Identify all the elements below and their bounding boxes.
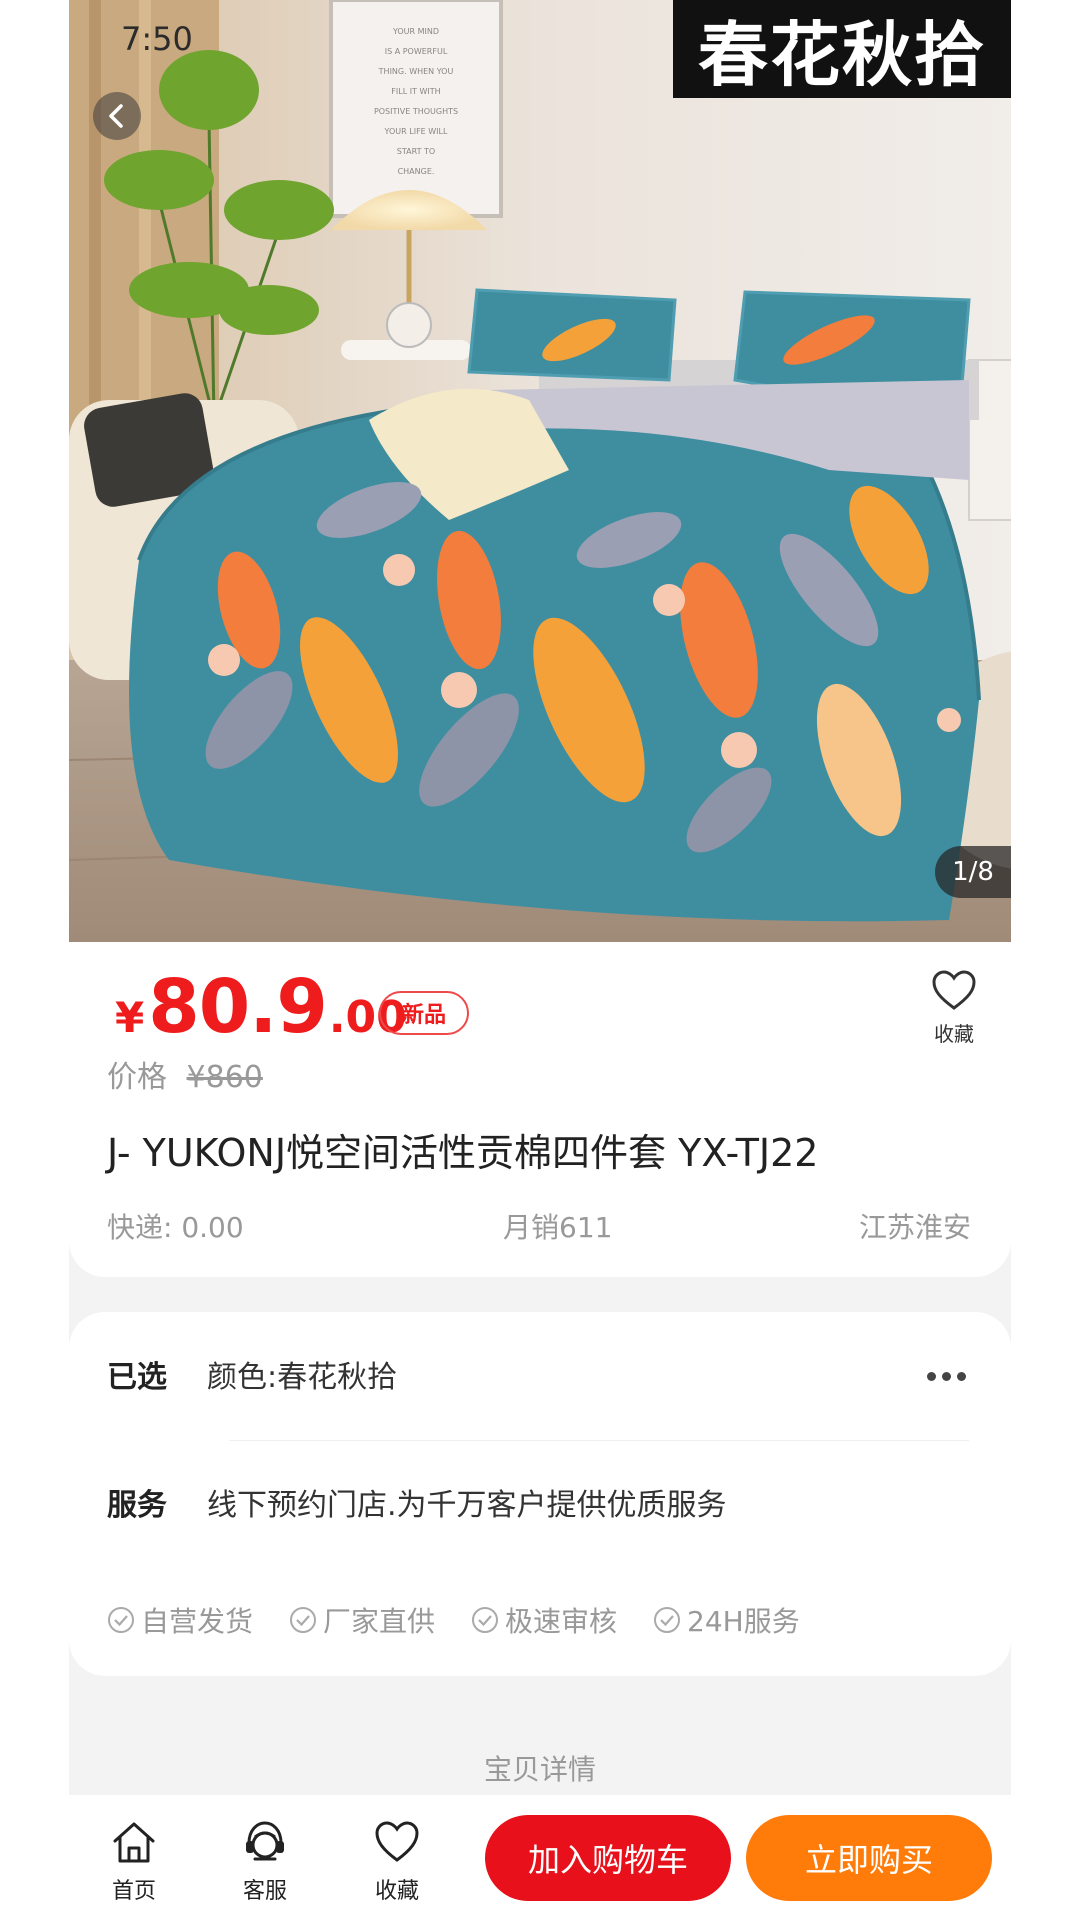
- guarantee-item: 极速审核: [471, 1600, 617, 1640]
- headset-icon: [246, 1821, 284, 1861]
- guarantee-label: 极速审核: [505, 1605, 618, 1638]
- ship-location: 江苏淮安: [858, 1211, 971, 1244]
- back-button[interactable]: [93, 92, 141, 140]
- product-title: J- YUKONJ悦空间活性贡棉四件套 YX-TJ22: [107, 1131, 819, 1175]
- currency-symbol: ¥: [115, 993, 145, 1042]
- product-info-card: ¥ 80.9 .00 新品 收藏 价格 ¥860 J- YUKONJ悦空间活性贡…: [69, 942, 1011, 1277]
- check-circle-icon: [290, 1607, 317, 1633]
- add-to-cart-button[interactable]: 加入购物车: [485, 1815, 731, 1901]
- nav-favorite[interactable]: 收藏: [357, 1819, 437, 1905]
- original-price-value: ¥860: [186, 1060, 263, 1095]
- guarantee-item: 24H服务: [653, 1600, 800, 1640]
- check-circle-icon: [472, 1607, 499, 1633]
- selected-value: 颜色:春花秋拾: [207, 1360, 398, 1395]
- nav-customer-service[interactable]: 客服: [225, 1819, 305, 1905]
- guarantee-item: 自营发货: [107, 1600, 253, 1640]
- service-key: 服务: [107, 1488, 167, 1523]
- favorite-label: 收藏: [934, 1022, 974, 1046]
- original-price-label: 价格: [107, 1060, 167, 1095]
- shipping-fee: 快递: 0.00: [107, 1211, 244, 1244]
- service-row[interactable]: 服务 线下预约门店.为千万客户提供优质服务: [107, 1480, 727, 1524]
- nav-home[interactable]: 首页: [94, 1819, 174, 1905]
- selected-key: 已选: [107, 1360, 167, 1395]
- nav-home-label: 首页: [111, 1879, 156, 1904]
- image-counter: 1/8: [935, 846, 1011, 898]
- nav-customer-service-label: 客服: [242, 1879, 287, 1904]
- svg-text:THING. WHEN YOU: THING. WHEN YOU: [378, 67, 454, 76]
- guarantee-list: 自营发货 厂家直供 极速审核 24H服务: [107, 1600, 836, 1640]
- svg-text:YOUR MIND: YOUR MIND: [392, 27, 439, 36]
- favorite-button[interactable]: 收藏: [919, 970, 989, 1047]
- original-price: 价格 ¥860: [107, 1052, 263, 1096]
- spec-card: 已选 颜色:春花秋拾 服务 线下预约门店.为千万客户提供优质服务 自营发货 厂家…: [69, 1312, 1011, 1676]
- price-main: 80.9: [148, 964, 328, 1050]
- bottom-action-bar: 首页 客服 收藏 加入购物车 立即购买: [69, 1795, 1011, 1920]
- guarantee-label: 24H服务: [687, 1605, 800, 1638]
- new-badge: 新品: [379, 991, 469, 1035]
- guarantee-label: 厂家直供: [323, 1605, 436, 1638]
- svg-text:FILL IT WITH: FILL IT WITH: [391, 87, 440, 96]
- guarantee-item: 厂家直供: [289, 1600, 435, 1640]
- page: YOUR MIND IS A POWERFUL THING. WHEN YOU …: [0, 0, 1080, 1920]
- svg-text:START TO: START TO: [397, 147, 435, 156]
- product-photo: YOUR MIND IS A POWERFUL THING. WHEN YOU …: [69, 0, 1011, 942]
- product-image-carousel[interactable]: YOUR MIND IS A POWERFUL THING. WHEN YOU …: [69, 0, 1011, 942]
- heart-icon: [932, 970, 976, 1010]
- product-details-heading: 宝贝详情: [483, 1753, 596, 1786]
- svg-text:POSITIVE THOUGHTS: POSITIVE THOUGHTS: [374, 107, 458, 116]
- selected-option-row[interactable]: 已选 颜色:春花秋拾: [107, 1352, 397, 1396]
- home-icon: [113, 1822, 155, 1863]
- service-value: 线下预约门店.为千万客户提供优质服务: [207, 1488, 727, 1523]
- monthly-sales: 月销611: [503, 1211, 613, 1244]
- product-detail-screen: YOUR MIND IS A POWERFUL THING. WHEN YOU …: [69, 0, 1011, 1920]
- svg-text:IS A POWERFUL: IS A POWERFUL: [385, 47, 448, 56]
- divider: [229, 1440, 969, 1441]
- chevron-left-icon: [109, 104, 123, 128]
- more-options-icon[interactable]: [927, 1372, 966, 1381]
- brand-watermark: 春花秋拾: [673, 0, 1011, 98]
- check-circle-icon: [654, 1607, 681, 1633]
- status-bar-time: 7:50: [121, 20, 193, 58]
- heart-icon: [375, 1821, 419, 1862]
- guarantee-label: 自营发货: [141, 1605, 254, 1638]
- buy-now-button[interactable]: 立即购买: [746, 1815, 992, 1901]
- check-circle-icon: [108, 1607, 134, 1633]
- svg-text:CHANGE.: CHANGE.: [398, 167, 435, 176]
- price: ¥ 80.9 .00: [115, 964, 407, 1054]
- nav-favorite-label: 收藏: [374, 1879, 419, 1904]
- svg-text:YOUR LIFE WILL: YOUR LIFE WILL: [384, 127, 448, 136]
